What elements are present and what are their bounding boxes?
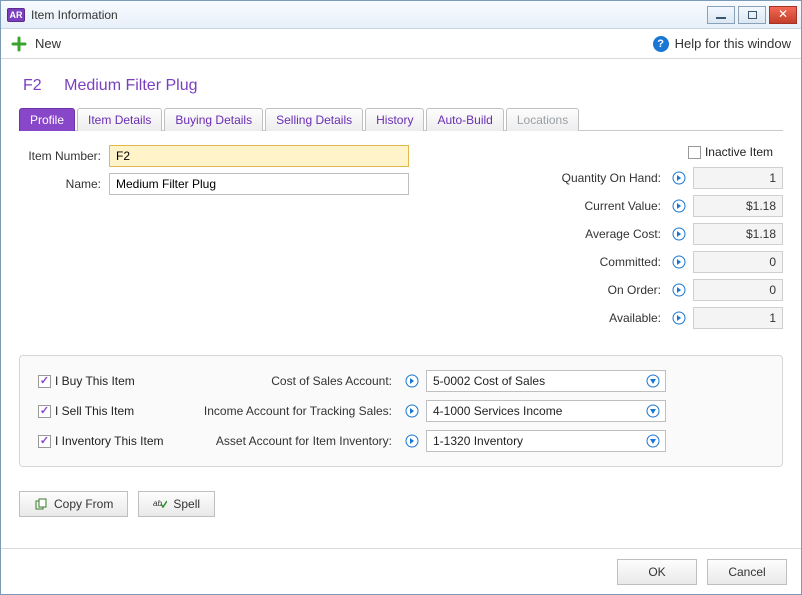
cancel-button[interactable]: Cancel	[707, 559, 787, 585]
dropdown-icon[interactable]	[645, 433, 661, 449]
help-link[interactable]: Help for this window	[675, 36, 791, 51]
stat-value-committed: 0	[693, 251, 783, 273]
footer: OK Cancel	[1, 548, 801, 594]
item-code-heading: F2	[23, 77, 42, 94]
tab-profile[interactable]: Profile	[19, 108, 75, 131]
app-badge: AR	[7, 8, 25, 22]
arrow-right-icon[interactable]	[671, 226, 687, 242]
arrow-right-icon[interactable]	[671, 254, 687, 270]
content-area: F2 Medium Filter Plug Profile Item Detai…	[1, 59, 801, 548]
copy-from-button[interactable]: Copy From	[19, 491, 128, 517]
arrow-right-icon[interactable]	[404, 433, 420, 449]
tab-auto-build[interactable]: Auto-Build	[426, 108, 503, 131]
tab-selling-details[interactable]: Selling Details	[265, 108, 363, 131]
stat-label-on-order: On Order:	[463, 283, 665, 297]
asset-account-value: 1-1320 Inventory	[433, 434, 645, 448]
asset-account-label: Asset Account for Item Inventory:	[188, 434, 398, 448]
svg-text:ab: ab	[153, 499, 162, 508]
cos-account-label: Cost of Sales Account:	[188, 374, 398, 388]
inactive-item-label: Inactive Item	[705, 145, 773, 159]
tab-buying-details[interactable]: Buying Details	[164, 108, 263, 131]
item-name-input[interactable]	[109, 173, 409, 195]
plus-icon	[11, 36, 27, 52]
arrow-right-icon[interactable]	[671, 198, 687, 214]
tab-item-details[interactable]: Item Details	[77, 108, 162, 131]
maximize-button[interactable]	[738, 6, 766, 24]
tab-history[interactable]: History	[365, 108, 424, 131]
item-number-input[interactable]	[109, 145, 409, 167]
close-button[interactable]: ✕	[769, 6, 797, 24]
dropdown-icon[interactable]	[645, 403, 661, 419]
tab-strip: Profile Item Details Buying Details Sell…	[19, 107, 783, 131]
stat-label-average-cost: Average Cost:	[463, 227, 665, 241]
arrow-right-icon[interactable]	[671, 170, 687, 186]
stat-value-qoh: 1	[693, 167, 783, 189]
titlebar: AR Item Information ✕	[1, 1, 801, 29]
stat-label-available: Available:	[463, 311, 665, 325]
sell-item-checkbox[interactable]	[38, 405, 51, 418]
copy-from-label: Copy From	[54, 497, 113, 511]
item-name-label: Name:	[19, 177, 109, 191]
buy-item-label: I Buy This Item	[55, 374, 135, 388]
spell-button[interactable]: ab Spell	[138, 491, 215, 517]
item-number-label: Item Number:	[19, 149, 109, 163]
tab-locations: Locations	[506, 108, 579, 131]
inactive-item-checkbox[interactable]	[688, 146, 701, 159]
copy-icon	[34, 497, 48, 511]
asset-account-combo[interactable]: 1-1320 Inventory	[426, 430, 666, 452]
cos-account-combo[interactable]: 5-0002 Cost of Sales	[426, 370, 666, 392]
arrow-right-icon[interactable]	[671, 282, 687, 298]
arrow-right-icon[interactable]	[404, 373, 420, 389]
income-account-combo[interactable]: 4-1000 Services Income	[426, 400, 666, 422]
window-title: Item Information	[31, 8, 118, 22]
page-title: F2 Medium Filter Plug	[23, 77, 779, 95]
income-account-label: Income Account for Tracking Sales:	[188, 404, 398, 418]
stat-label-qoh: Quantity On Hand:	[463, 171, 665, 185]
item-name-heading: Medium Filter Plug	[64, 77, 197, 94]
accounts-panel: I Buy This Item Cost of Sales Account: 5…	[19, 355, 783, 467]
minimize-button[interactable]	[707, 6, 735, 24]
new-button[interactable]: New	[35, 36, 61, 51]
profile-form: Item Number: Name: Inactive Item	[19, 145, 783, 538]
help-icon: ?	[653, 36, 669, 52]
stat-value-on-order: 0	[693, 279, 783, 301]
income-account-value: 4-1000 Services Income	[433, 404, 645, 418]
spell-label: Spell	[173, 497, 200, 511]
buy-item-checkbox[interactable]	[38, 375, 51, 388]
arrow-right-icon[interactable]	[404, 403, 420, 419]
sell-item-label: I Sell This Item	[55, 404, 134, 418]
ok-button[interactable]: OK	[617, 559, 697, 585]
item-information-window: AR Item Information ✕ New ? Help for thi…	[0, 0, 802, 595]
stat-value-current-value: $1.18	[693, 195, 783, 217]
inventory-item-label: I Inventory This Item	[55, 434, 164, 448]
spell-icon: ab	[153, 497, 167, 511]
inventory-item-checkbox[interactable]	[38, 435, 51, 448]
stats-block: Quantity On Hand: 1 Current Value: $1.18…	[463, 167, 783, 329]
stat-value-average-cost: $1.18	[693, 223, 783, 245]
stat-label-committed: Committed:	[463, 255, 665, 269]
cos-account-value: 5-0002 Cost of Sales	[433, 374, 645, 388]
dropdown-icon[interactable]	[645, 373, 661, 389]
toolbar: New ? Help for this window	[1, 29, 801, 59]
arrow-right-icon[interactable]	[671, 310, 687, 326]
stat-value-available: 1	[693, 307, 783, 329]
stat-label-current-value: Current Value:	[463, 199, 665, 213]
